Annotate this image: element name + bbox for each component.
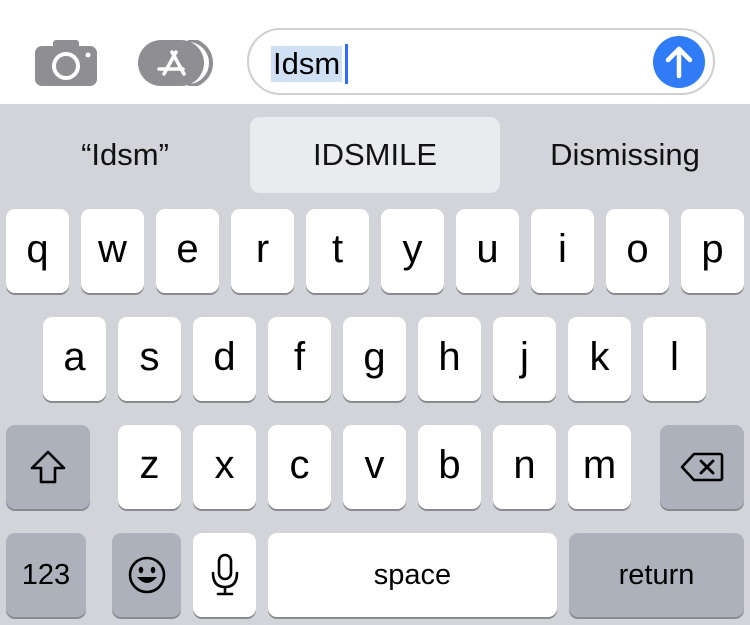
key-t[interactable]: t xyxy=(306,209,369,293)
key-f[interactable]: f xyxy=(268,317,331,401)
key-r[interactable]: r xyxy=(231,209,294,293)
key-k[interactable]: k xyxy=(568,317,631,401)
key-q[interactable]: q xyxy=(6,209,69,293)
suggestion-quoted[interactable]: “Idsm” xyxy=(0,117,250,193)
key-e[interactable]: e xyxy=(156,209,219,293)
key-a[interactable]: a xyxy=(43,317,106,401)
compose-bar: Idsm xyxy=(0,0,750,104)
delete-key[interactable] xyxy=(660,425,744,509)
key-o[interactable]: o xyxy=(606,209,669,293)
message-input[interactable]: Idsm xyxy=(247,28,715,95)
key-v[interactable]: v xyxy=(343,425,406,509)
key-b[interactable]: b xyxy=(418,425,481,509)
message-text: Idsm xyxy=(271,46,343,82)
key-u[interactable]: u xyxy=(456,209,519,293)
key-n[interactable]: n xyxy=(493,425,556,509)
dictation-key[interactable] xyxy=(193,533,256,617)
delete-icon xyxy=(680,452,724,482)
key-m[interactable]: m xyxy=(568,425,631,509)
key-g[interactable]: g xyxy=(343,317,406,401)
return-key[interactable]: return xyxy=(569,533,744,617)
key-z[interactable]: z xyxy=(118,425,181,509)
text-cursor xyxy=(345,44,348,84)
app-store-icon[interactable] xyxy=(138,38,214,88)
space-key[interactable]: space xyxy=(268,533,557,617)
camera-icon[interactable] xyxy=(35,40,97,86)
key-x[interactable]: x xyxy=(193,425,256,509)
key-c[interactable]: c xyxy=(268,425,331,509)
shift-icon xyxy=(30,450,66,484)
key-p[interactable]: p xyxy=(681,209,744,293)
microphone-icon xyxy=(211,553,238,596)
send-arrow-icon[interactable] xyxy=(653,36,705,88)
key-l[interactable]: l xyxy=(643,317,706,401)
key-w[interactable]: w xyxy=(81,209,144,293)
key-y[interactable]: y xyxy=(381,209,444,293)
keyboard: “Idsm” IDSMILE Dismissing q w e r t y u … xyxy=(0,104,750,625)
suggestion-alternate[interactable]: Dismissing xyxy=(500,117,750,193)
key-i[interactable]: i xyxy=(531,209,594,293)
key-h[interactable]: h xyxy=(418,317,481,401)
key-j[interactable]: j xyxy=(493,317,556,401)
suggestion-autocorrect[interactable]: IDSMILE xyxy=(250,117,500,193)
key-s[interactable]: s xyxy=(118,317,181,401)
numbers-key[interactable]: 123 xyxy=(6,533,86,617)
shift-key[interactable] xyxy=(6,425,90,509)
emoji-icon xyxy=(128,556,165,594)
emoji-key[interactable] xyxy=(112,533,181,617)
key-d[interactable]: d xyxy=(193,317,256,401)
